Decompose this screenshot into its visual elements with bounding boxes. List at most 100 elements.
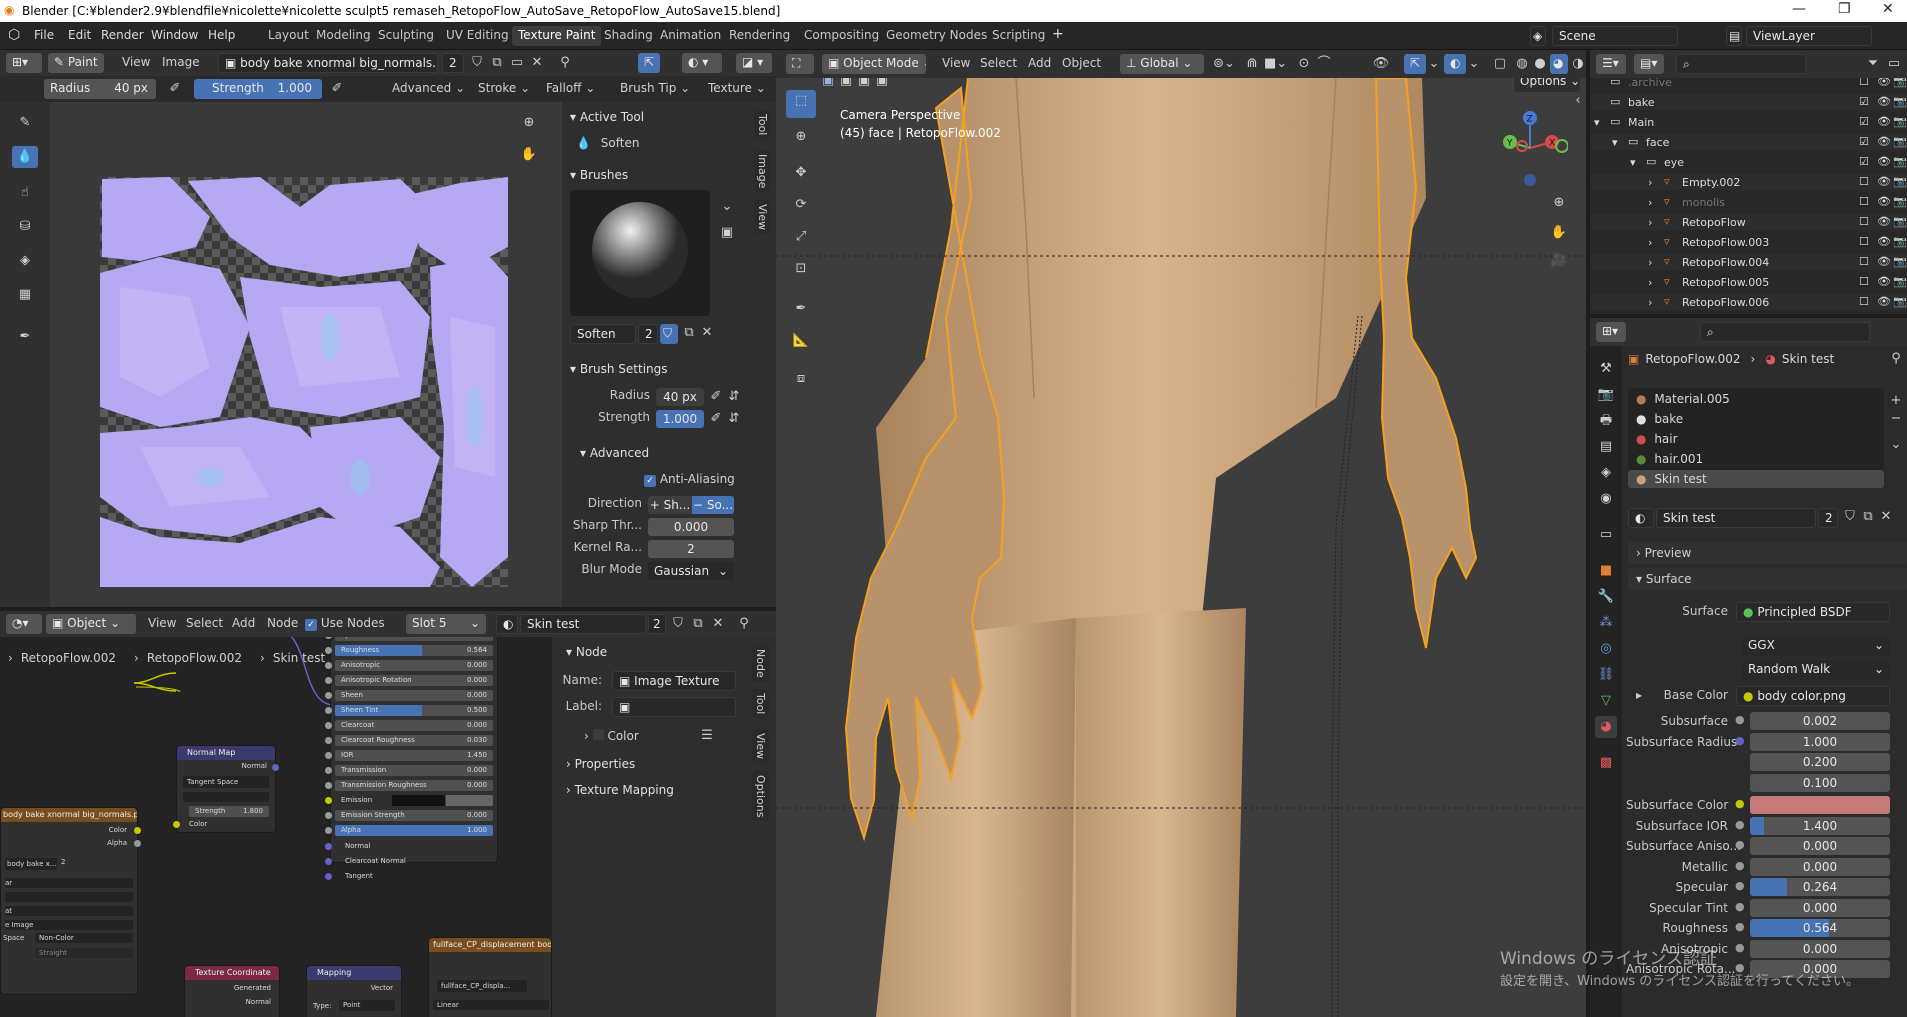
workspace-tab-modeling[interactable]: Modeling bbox=[310, 26, 377, 46]
visibility-checkbox-icon[interactable]: ☐ bbox=[1859, 78, 1869, 88]
kernel-radius-value[interactable]: 2 bbox=[648, 540, 734, 558]
image-texture-node[interactable]: body bake xnormal big_normals.png Color … bbox=[0, 807, 141, 995]
direction-soften-button[interactable]: − So... bbox=[692, 496, 734, 514]
visibility-checkbox-icon[interactable]: ☐ bbox=[1859, 295, 1869, 308]
node-view-menu[interactable]: View bbox=[148, 616, 176, 630]
use-nodes-checkbox[interactable]: ✓ Use Nodes bbox=[305, 616, 385, 631]
bsdf-vector-socket[interactable] bbox=[325, 858, 332, 865]
visibility-checkbox-icon[interactable]: ☐ bbox=[1859, 175, 1869, 188]
sharp-threshold-value[interactable]: 0.000 bbox=[648, 518, 734, 536]
soften-brush-icon[interactable]: 💧 bbox=[12, 146, 38, 168]
workspace-tab-rendering[interactable]: Rendering bbox=[723, 26, 796, 46]
brush-name-field[interactable]: Soften bbox=[570, 324, 636, 344]
bsdf-row[interactable]: Clearcoat 0.000 bbox=[325, 720, 493, 731]
bsdf-input-socket[interactable] bbox=[325, 692, 332, 699]
workspace-tab-animation[interactable]: Animation bbox=[654, 26, 727, 46]
new-image-icon[interactable]: ⧉ bbox=[488, 52, 506, 74]
modifier-tab-icon[interactable]: 🔧 bbox=[1595, 586, 1617, 608]
material-prop-value[interactable]: 1.000 bbox=[1750, 732, 1890, 751]
outliner-row[interactable]: ▭ bake ☑ 👁 📷 bbox=[1590, 94, 1907, 110]
camera-render-icon[interactable]: 📷 bbox=[1893, 115, 1907, 128]
remove-slot-icon[interactable]: − bbox=[1888, 408, 1904, 430]
tab-tool[interactable]: Tool bbox=[754, 110, 771, 140]
eye-icon[interactable]: 👁 bbox=[1877, 175, 1891, 188]
overlays-toggle-icon[interactable]: ◐ bbox=[1444, 54, 1466, 74]
node-color-presets-icon[interactable]: ☰ bbox=[698, 725, 716, 747]
subsurface-method-dropdown[interactable]: Random Walk ⌄ bbox=[1742, 660, 1890, 680]
props-pin-icon[interactable]: ⚲ bbox=[1888, 348, 1904, 370]
output-tab-icon[interactable]: 🖶 bbox=[1595, 410, 1617, 432]
eye-icon[interactable]: 👁 bbox=[1877, 275, 1891, 288]
blender-menu-icon[interactable]: ⬡ bbox=[8, 27, 20, 43]
socket-dot-icon[interactable]: ● bbox=[1735, 797, 1745, 810]
bsdf-input-socket[interactable] bbox=[325, 677, 332, 684]
disp-node-interp[interactable]: Linear bbox=[433, 1000, 549, 1010]
select-invert-icon[interactable]: ▣ bbox=[874, 78, 890, 92]
advanced-header[interactable]: ▾ Advanced bbox=[580, 446, 649, 460]
data-tab-icon[interactable]: ▽ bbox=[1595, 690, 1617, 712]
outliner-display-mode-icon[interactable]: ▤▾ bbox=[1634, 54, 1664, 74]
paint-mode-dropdown[interactable]: ✎ Paint bbox=[48, 53, 104, 73]
camera-render-icon[interactable]: 📷 bbox=[1893, 195, 1907, 208]
image-node-proj[interactable] bbox=[5, 892, 133, 902]
bsdf-row[interactable]: Specular Tint0.000 bbox=[325, 637, 493, 641]
workspace-tab-geometry-nodes[interactable]: Geometry Nodes bbox=[880, 26, 993, 46]
image-menu[interactable]: Image bbox=[162, 55, 200, 69]
bsdf-row[interactable]: Emission Strength 0.000 bbox=[325, 810, 493, 821]
tool-menu-falloff[interactable]: Falloff ⌄ bbox=[546, 81, 595, 95]
rendered-shading-icon[interactable]: ◑ bbox=[1570, 53, 1586, 75]
image-color-socket[interactable] bbox=[134, 827, 141, 834]
bsdf-row[interactable]: Transmission Roughness 0.000 bbox=[325, 780, 493, 791]
material-prop-value[interactable]: 0.000 bbox=[1750, 857, 1890, 876]
shader-type-dropdown[interactable]: ▣ Object ⌄ bbox=[46, 614, 136, 634]
node-name-field[interactable]: ▣ Image Texture bbox=[612, 671, 736, 691]
anti-aliasing-checkbox[interactable]: ✓ Anti-Aliasing bbox=[644, 472, 735, 487]
snap-icon[interactable]: ⋒ bbox=[1244, 53, 1260, 75]
material-prop-value[interactable]: 0.000 bbox=[1750, 837, 1890, 855]
viewport-pan-icon[interactable]: ✋ bbox=[1548, 222, 1570, 244]
bsdf-input-socket[interactable] bbox=[325, 662, 332, 669]
select-new-icon[interactable]: ▣ bbox=[820, 78, 836, 92]
scale-icon[interactable]: ⤢ bbox=[786, 226, 816, 248]
material-datablock-users[interactable]: 2 bbox=[1818, 508, 1838, 528]
outliner-row[interactable]: ▾ ▭ face ☑ 👁 📷 bbox=[1590, 134, 1907, 150]
radius-pen-icon[interactable]: ✐ bbox=[708, 386, 724, 408]
eye-icon[interactable]: 👁 bbox=[1877, 195, 1891, 208]
object-tab-icon[interactable]: ■ bbox=[1595, 560, 1617, 582]
bsdf-input-socket[interactable] bbox=[325, 722, 332, 729]
socket-dot-icon[interactable]: ● bbox=[1735, 859, 1745, 872]
viewport-select-menu[interactable]: Select bbox=[980, 56, 1017, 70]
gizmo-toggle-icon[interactable]: ⇱ bbox=[1404, 54, 1426, 74]
camera-render-icon[interactable]: 📷 bbox=[1893, 78, 1907, 88]
pan-hand-icon[interactable]: ✋ bbox=[518, 144, 540, 166]
socket-dot-icon[interactable]: ● bbox=[1735, 713, 1745, 726]
zoom-icon[interactable]: ⊕ bbox=[518, 112, 540, 134]
wireframe-shading-icon[interactable]: ◍ bbox=[1514, 53, 1530, 75]
tool-menu-texture[interactable]: Texture ⌄ bbox=[708, 81, 766, 95]
strength-pen-icon[interactable]: ✐ bbox=[708, 408, 724, 430]
material-prop-value[interactable]: 0.264 bbox=[1750, 878, 1890, 896]
outliner-row[interactable]: ▾ ▭ Main ☑ 👁 📷 bbox=[1590, 114, 1907, 130]
outliner-row[interactable]: › ▿ RetopoFlow.006 ☐ 👁 📷 bbox=[1590, 294, 1907, 310]
open-image-icon[interactable]: ▭ bbox=[508, 52, 526, 74]
snap-target-icon[interactable]: ■⌄ bbox=[1264, 53, 1287, 75]
material-slot-item[interactable]: ● hair.001 bbox=[1628, 450, 1884, 468]
smear-brush-icon[interactable]: ☝ bbox=[12, 182, 38, 204]
node-color-toggle[interactable]: › Color bbox=[584, 729, 639, 743]
strength-value[interactable]: 1.000 bbox=[656, 410, 704, 428]
bsdf-vector-socket[interactable] bbox=[325, 873, 332, 880]
tool-tab-icon[interactable]: ⚒ bbox=[1595, 358, 1617, 380]
select-subtract-icon[interactable]: ▣ bbox=[856, 78, 872, 92]
node-editor-type-icon[interactable]: ◔▾ bbox=[6, 614, 42, 634]
material-browse-icon[interactable]: ◐ bbox=[496, 614, 518, 634]
viewport-add-menu[interactable]: Add bbox=[1028, 56, 1051, 70]
viewport-3d[interactable]: ⬚ ⊕ ✥ ⟳ ⤢ ⊡ ✒ 📐 ⧈ ▣ ▣ ▣ ▣ Options ⌄ Came… bbox=[776, 78, 1586, 1017]
workspace-tab-uv-editing[interactable]: UV Editing bbox=[440, 26, 515, 46]
material-tab-icon[interactable]: ◕ bbox=[1595, 716, 1617, 738]
eye-icon[interactable]: 👁 bbox=[1877, 215, 1891, 228]
viewport-options-button[interactable]: Options ⌄ bbox=[1514, 78, 1580, 92]
viewport-zoom-icon[interactable]: ⊕ bbox=[1548, 192, 1570, 214]
outliner-row[interactable]: ▾ ▭ eye ☑ 👁 📷 bbox=[1590, 154, 1907, 170]
mask-brush-icon[interactable]: ▦ bbox=[12, 284, 38, 306]
material-unlink-icon[interactable]: ✕ bbox=[710, 613, 726, 635]
